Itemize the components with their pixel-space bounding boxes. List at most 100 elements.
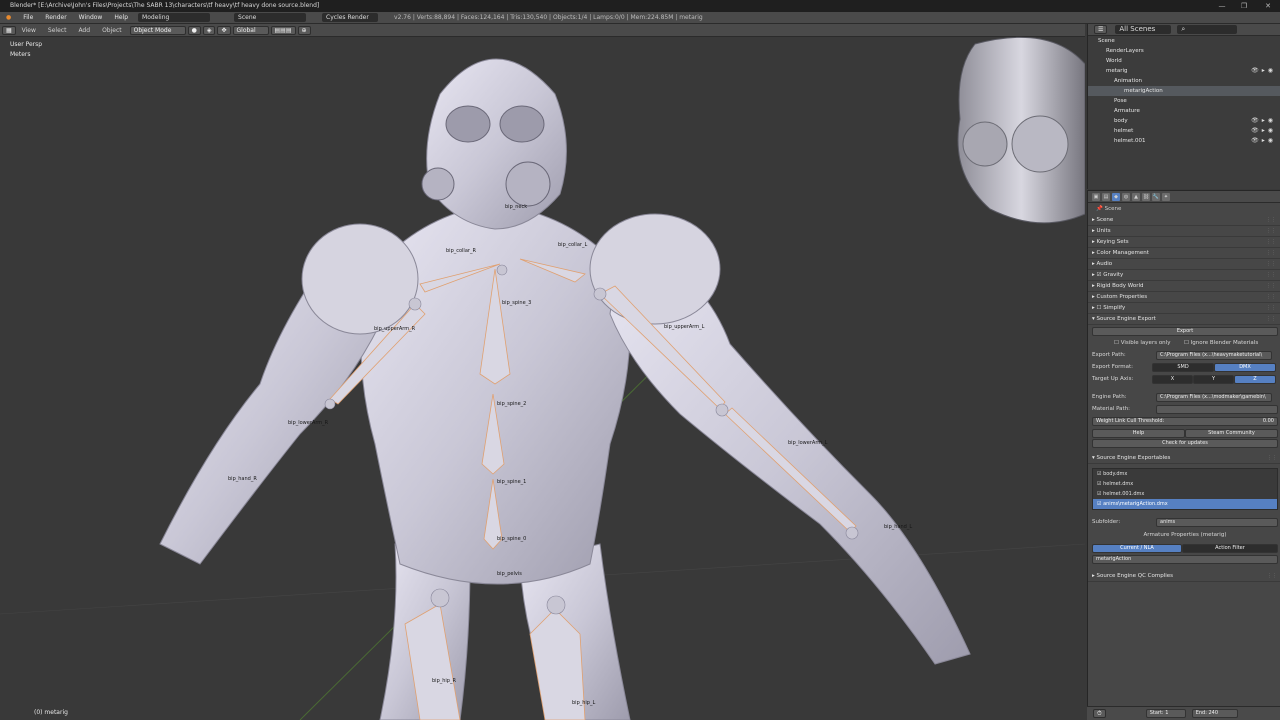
start-frame-field[interactable]: Start: 1	[1145, 709, 1186, 718]
render-tab-icon[interactable]: ▣	[1092, 192, 1100, 201]
character-model[interactable]	[0, 24, 1085, 720]
3d-viewport[interactable]: ▦ View Select Add Object Object Mode ● ◈…	[0, 24, 1085, 720]
outliner-row-animation[interactable]: Animation	[1088, 76, 1280, 86]
material-path-row: Material Path:	[1092, 405, 1278, 414]
visibility-icons[interactable]: 👁▸◉	[1251, 126, 1276, 136]
action-field[interactable]: metarigAction	[1092, 555, 1278, 564]
scene-tab-icon[interactable]: ◆	[1112, 192, 1120, 201]
engine-path-field[interactable]: C:\Program Files (x...\modmaker\gamebin\	[1156, 393, 1272, 402]
action-filter-button[interactable]: Action Filter	[1182, 544, 1278, 553]
panel-custom-properties[interactable]: ▸ Custom Properties	[1088, 292, 1280, 303]
target-up-axis-row: Target Up Axis: X Y Z	[1092, 375, 1278, 384]
data-tab-icon[interactable]: ✦	[1162, 192, 1170, 201]
outliner-row-metarig[interactable]: metarig 👁▸◉	[1088, 66, 1280, 76]
bone-label: bip_hip_R	[432, 678, 456, 684]
check-updates-button[interactable]: Check for updates	[1092, 439, 1278, 448]
layers-tab-icon[interactable]: ▤	[1102, 192, 1110, 201]
joint	[496, 264, 508, 276]
outliner-row-pose[interactable]: Pose	[1088, 96, 1280, 106]
list-item[interactable]: ☑ helmet.dmx	[1093, 479, 1277, 489]
bone-label: bip_spine_1	[497, 479, 527, 485]
end-frame-field[interactable]: End: 240	[1191, 709, 1238, 718]
outliner-filter-dropdown[interactable]: All Scenes	[1115, 25, 1172, 34]
export-button[interactable]: Export	[1092, 327, 1278, 336]
menu-help[interactable]: Help	[108, 14, 134, 21]
export-path-field[interactable]: C:\Program Files (x...\heavymaketutorial…	[1156, 351, 1272, 360]
list-item[interactable]: ☑ body.dmx	[1093, 469, 1277, 479]
material-path-field[interactable]	[1156, 405, 1278, 414]
axis-y-button[interactable]: Y	[1193, 375, 1234, 384]
panel-units[interactable]: ▸ Units	[1088, 226, 1280, 237]
maximize-button[interactable]: ❐	[1232, 0, 1256, 12]
panel-color-management[interactable]: ▸ Color Management	[1088, 248, 1280, 259]
panel-source-engine-export[interactable]: ▾ Source Engine Export	[1088, 314, 1280, 325]
outliner-row-armature[interactable]: Armature	[1088, 106, 1280, 116]
panel-audio[interactable]: ▸ Audio	[1088, 259, 1280, 270]
weight-cull-field[interactable]: Weight Link Cull Threshold: 0.00	[1092, 417, 1278, 426]
menu-window[interactable]: Window	[73, 14, 109, 21]
outliner-row-scene[interactable]: Scene	[1088, 36, 1280, 46]
panel-qc-compiles[interactable]: ▸ Source Engine QC Complies	[1088, 571, 1280, 582]
joint	[430, 588, 450, 608]
properties-editor: ▣ ▤ ◆ ◍ ▲ ⛓ 🔧 ✦ 📌 Scene ▸ Scene ▸ Units …	[1087, 190, 1280, 706]
panel-scene[interactable]: ▸ Scene	[1088, 215, 1280, 226]
menu-render[interactable]: Render	[39, 14, 72, 21]
exportables-list: ☑ body.dmx ☑ helmet.dmx ☑ helmet.001.dmx…	[1092, 468, 1278, 510]
scene-dropdown[interactable]: Scene	[234, 13, 307, 22]
bone-label: bip_spine_0	[497, 536, 527, 542]
active-object-label: (0) metarig	[34, 709, 68, 716]
timeline-editor-icon[interactable]: ⏱	[1093, 709, 1106, 718]
object-tab-icon[interactable]: ▲	[1132, 192, 1140, 201]
joint	[715, 403, 729, 417]
current-nla-button[interactable]: Current / NLA	[1092, 544, 1182, 553]
visible-layers-checkbox[interactable]: ☐ Visible layers only	[1114, 339, 1170, 348]
blender-logo-icon[interactable]: ●	[0, 14, 17, 21]
screen-layout-dropdown[interactable]: Modeling	[138, 13, 211, 22]
outliner-row-helmet[interactable]: helmet 👁▸◉	[1088, 126, 1280, 136]
outliner-search-input[interactable]: ⌕	[1177, 25, 1238, 34]
gas-mask-head	[426, 58, 567, 230]
subfolder-row: Subfolder: anims	[1092, 518, 1278, 527]
outliner-row-world[interactable]: World	[1088, 56, 1280, 66]
axis-z-button[interactable]: Z	[1234, 375, 1276, 384]
outliner-row-body[interactable]: body 👁▸◉	[1088, 116, 1280, 126]
panel-simplify[interactable]: ▸ ☐ Simplify	[1088, 303, 1280, 314]
list-item[interactable]: ☑ helmet.001.dmx	[1093, 489, 1277, 499]
source-export-body: Export ☐ Visible layers only ☐ Ignore Bl…	[1088, 325, 1280, 645]
panel-rigid-body-world[interactable]: ▸ Rigid Body World	[1088, 281, 1280, 292]
joint	[593, 287, 607, 301]
minimize-button[interactable]: —	[1210, 0, 1234, 12]
constraints-tab-icon[interactable]: ⛓	[1142, 192, 1150, 201]
visibility-icons[interactable]: 👁▸◉	[1251, 66, 1276, 76]
bone-label: bip_hip_L	[572, 700, 596, 706]
bone-label: bip_spine_3	[502, 300, 532, 306]
modifiers-tab-icon[interactable]: 🔧	[1152, 192, 1160, 201]
outliner-editor-icon[interactable]: ☰	[1094, 25, 1108, 34]
render-engine-dropdown[interactable]: Cycles Render	[322, 13, 379, 22]
axis-x-button[interactable]: X	[1152, 375, 1193, 384]
outliner-row-renderlayers[interactable]: RenderLayers	[1088, 46, 1280, 56]
ignore-materials-checkbox[interactable]: ☐ Ignore Blender Materials	[1184, 339, 1258, 348]
help-button[interactable]: Help	[1092, 429, 1185, 438]
visibility-icons[interactable]: 👁▸◉	[1251, 116, 1276, 126]
panel-keying-sets[interactable]: ▸ Keying Sets	[1088, 237, 1280, 248]
subfolder-field[interactable]: anims	[1156, 518, 1278, 527]
bone-label: bip_spine_2	[497, 401, 527, 407]
world-tab-icon[interactable]: ◍	[1122, 192, 1130, 201]
steam-community-button[interactable]: Steam Community	[1185, 429, 1278, 438]
outliner-row-helmet-001[interactable]: helmet.001 👁▸◉	[1088, 136, 1280, 146]
format-smd-button[interactable]: SMD	[1152, 363, 1214, 372]
panel-exportables[interactable]: ▾ Source Engine Exportables	[1088, 453, 1280, 464]
outliner-row-metarigaction[interactable]: metarigAction	[1088, 86, 1280, 96]
panel-gravity[interactable]: ▸ ☑ Gravity	[1088, 270, 1280, 281]
breadcrumb: 📌 Scene	[1096, 206, 1122, 212]
export-path-row: Export Path: C:\Program Files (x...\heav…	[1092, 351, 1278, 360]
close-button[interactable]: ✕	[1256, 0, 1280, 12]
bone-label: bip_hand_L	[884, 524, 913, 530]
properties-tabs: ▣ ▤ ◆ ◍ ▲ ⛓ 🔧 ✦	[1088, 191, 1280, 203]
visibility-icons[interactable]: 👁▸◉	[1251, 136, 1276, 146]
list-item[interactable]: ☑ anims\metarigAction.dmx	[1093, 499, 1277, 509]
menu-file[interactable]: File	[17, 14, 39, 21]
format-dmx-button[interactable]: DMX	[1214, 363, 1276, 372]
shoulder-pad-right	[301, 223, 419, 335]
